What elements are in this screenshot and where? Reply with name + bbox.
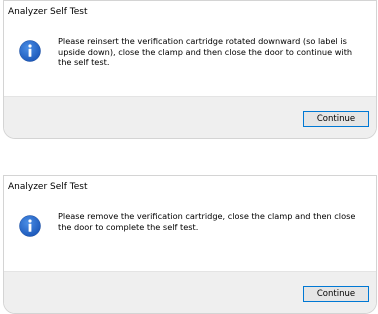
dialog-body: Please reinsert the verification cartrid… bbox=[4, 20, 376, 96]
self-test-dialog-reinsert: Analyzer Self Test Please reinsert the v… bbox=[3, 0, 377, 139]
self-test-dialog-remove: Analyzer Self Test Please remove the ver… bbox=[3, 175, 377, 314]
dialog-footer: Continue bbox=[4, 271, 376, 313]
continue-button[interactable]: Continue bbox=[303, 286, 369, 302]
continue-button[interactable]: Continue bbox=[303, 111, 369, 127]
dialog-body: Please remove the verification cartridge… bbox=[4, 195, 376, 271]
info-icon bbox=[19, 215, 41, 237]
info-icon bbox=[19, 40, 41, 62]
dialog-title: Analyzer Self Test bbox=[8, 7, 88, 17]
dialog-title: Analyzer Self Test bbox=[8, 182, 88, 192]
dialog-message: Please remove the verification cartridge… bbox=[58, 211, 356, 232]
dialog-footer: Continue bbox=[4, 96, 376, 138]
dialog-message: Please reinsert the verification cartrid… bbox=[58, 36, 353, 67]
